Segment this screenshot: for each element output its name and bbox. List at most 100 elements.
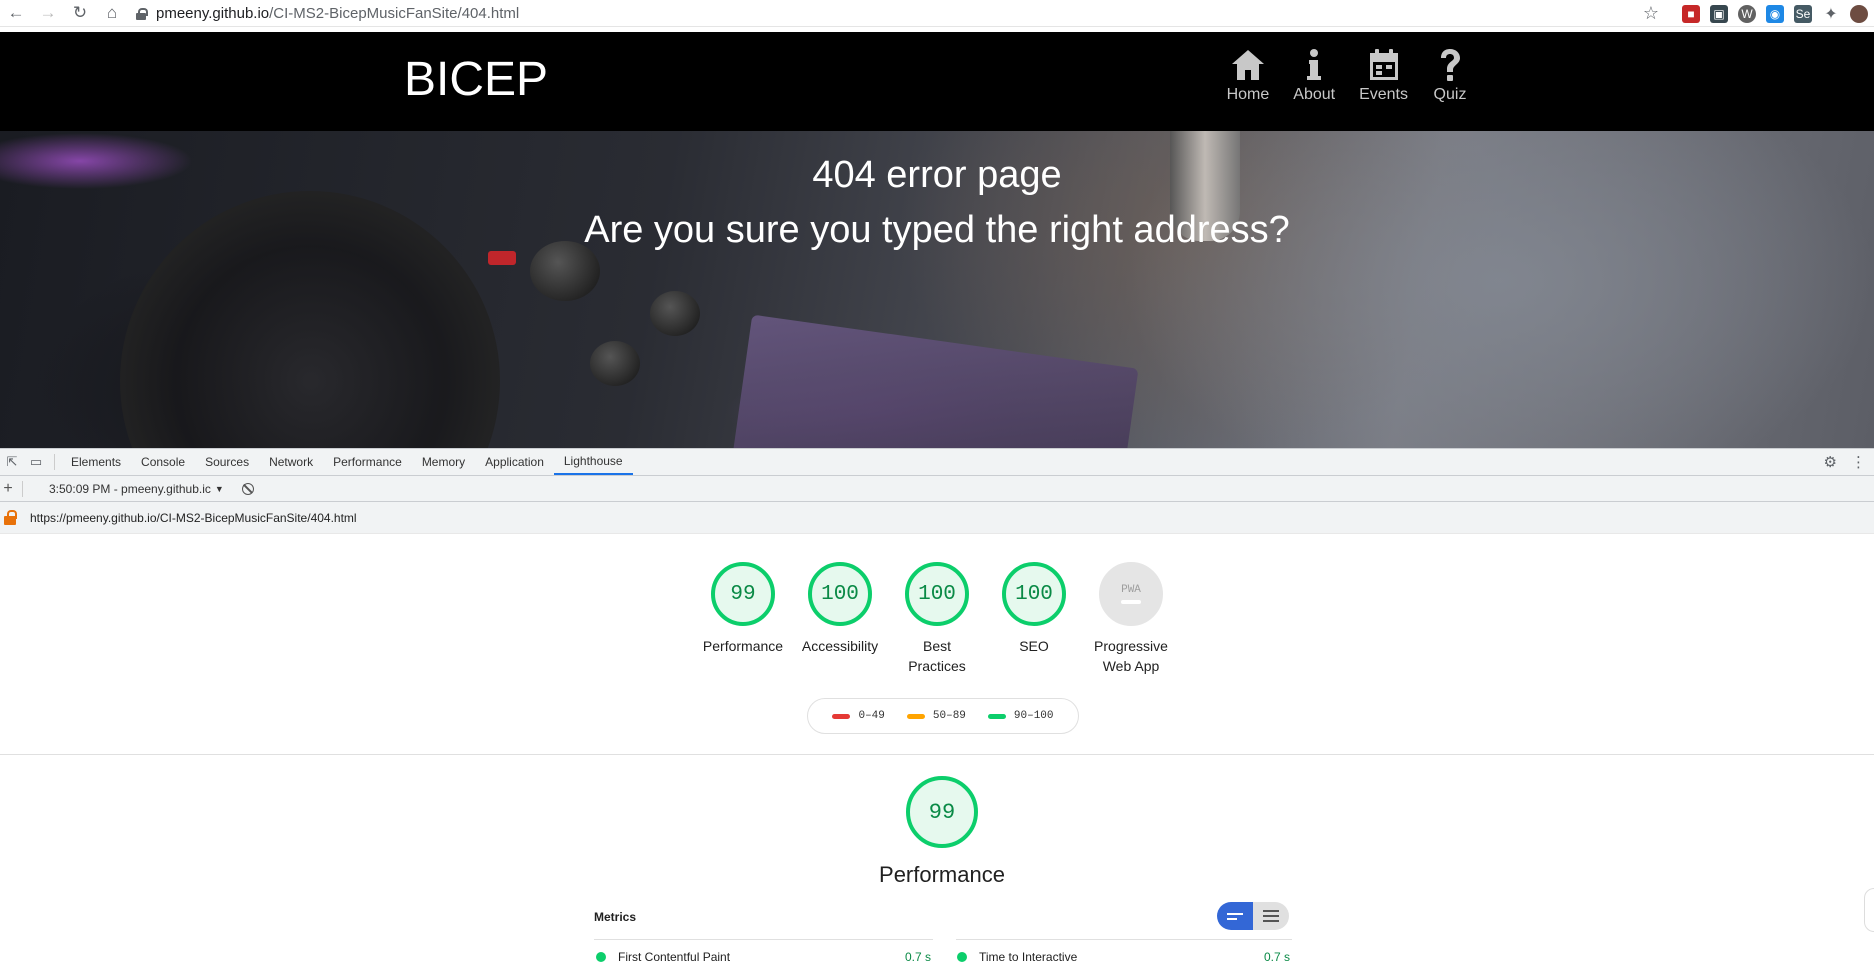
reload-button[interactable]: ↻ [64,0,96,27]
site-header: BICEP Home About Events Quiz [0,32,1874,131]
gauge-label: Accessibility [801,638,879,654]
inspect-element-icon[interactable]: ⇱ [0,449,24,475]
tab-elements[interactable]: Elements [61,449,131,475]
metric-value: 0.7 s [1264,950,1291,964]
report-url[interactable]: https://pmeeny.github.io/CI-MS2-BicepMus… [30,511,357,525]
metrics-divider [956,939,1292,940]
pwa-badge-icon: PWA [1099,562,1163,626]
legend-swatch [906,713,925,719]
nav-home[interactable]: Home [1226,48,1270,104]
expanded-list-icon [1263,910,1279,922]
question-icon [1441,49,1460,81]
hero-background-screen [731,314,1139,448]
hero-title: 404 error page [812,154,1062,196]
nav-events[interactable]: Events [1359,48,1408,104]
info-icon [1307,49,1322,80]
tab-performance[interactable]: Performance [323,449,412,475]
nav-quiz[interactable]: Quiz [1432,48,1468,104]
bookmark-star-icon[interactable]: ☆ [1642,3,1660,23]
scroll-to-top-handle[interactable] [1864,888,1874,932]
home-icon [1231,50,1264,80]
legend-range: 0–49 [858,710,885,722]
pwa-badge-text: PWA [1121,584,1141,596]
address-bar[interactable]: pmeeny.github.io/CI-MS2-BicepMusicFanSit… [136,0,519,27]
metrics-divider [594,939,933,940]
extension-monitor-icon[interactable]: ▣ [1710,4,1728,23]
calendar-icon [1369,49,1398,80]
legend-fail: 0–49 [832,710,885,722]
gauge-pwa[interactable]: PWA Progressive Web App [1083,562,1180,676]
legend-pass: 90–100 [987,710,1054,722]
warning-lock-icon [4,509,17,526]
wordpress-icon[interactable]: W [1738,4,1756,23]
performance-title: Performance [879,862,1005,887]
metric-name: First Contentful Paint [618,950,731,964]
extension-blue-icon[interactable]: ◉ [1766,4,1784,23]
metric-name: Time to Interactive [979,950,1078,964]
lighthouse-toolbar: + 3:50:09 PM - pmeeny.github.ic ▼ [0,476,1874,502]
gauge-performance[interactable]: 99 Performance [695,562,792,676]
metrics-view-toggle[interactable] [1217,902,1289,930]
gauge-best-practices[interactable]: 100 Best Practices [889,562,986,676]
reload-icon: ↻ [72,3,88,22]
gauge-accessibility[interactable]: 100 Accessibility [792,562,889,676]
gauge-label: Performance [702,638,784,654]
compact-list-icon [1227,912,1243,920]
gauge-label: SEO [1019,638,1049,654]
nav-home-label: Home [1226,86,1270,103]
tab-console[interactable]: Console [131,449,195,475]
hero-background-knob [650,291,700,336]
legend-swatch [987,713,1006,719]
metrics-heading: Metrics [594,910,637,924]
score-ring: 99 [711,562,775,626]
new-report-icon[interactable]: + [0,480,16,498]
lock-icon [136,7,148,20]
device-toolbar-icon[interactable]: ▭ [24,449,48,475]
gear-icon[interactable]: ⚙ [1824,453,1837,471]
legend-average: 50–89 [906,710,966,722]
report-select[interactable]: 3:50:09 PM - pmeeny.github.ic ▼ [49,482,224,496]
hero-subtitle: Are you sure you typed the right address… [584,209,1290,251]
gauge-label: Progressive Web App [1094,638,1168,674]
report-url-bar: https://pmeeny.github.io/CI-MS2-BicepMus… [0,502,1874,534]
divider [54,454,55,470]
url-path: /CI-MS2-BicepMusicFanSite/404.html [269,4,520,22]
dropdown-arrow-icon: ▼ [214,483,224,494]
legend-range: 90–100 [1013,710,1054,722]
devtools-tabbar: ⇱ ▭ Elements Console Sources Network Per… [0,448,1874,476]
gauge-label: Best Practices [908,638,966,674]
site-brand[interactable]: BICEP [404,52,548,107]
tab-memory[interactable]: Memory [412,449,475,475]
tab-lighthouse[interactable]: Lighthouse [553,449,633,475]
expanded-view-button[interactable] [1253,902,1289,930]
performance-score-gauge: 99 [906,776,978,848]
site-nav: Home About Events Quiz [1227,48,1468,104]
nav-about[interactable]: About [1293,48,1335,104]
compact-view-button[interactable] [1217,902,1253,930]
extension-red-icon[interactable]: ■ [1682,4,1700,23]
tab-application[interactable]: Application [475,449,554,475]
divider [22,480,23,497]
tab-network[interactable]: Network [259,449,323,475]
report-select-label: 3:50:09 PM - pmeeny.github.ic [49,481,211,496]
extension-se-icon[interactable]: Se [1794,4,1812,23]
legend-range: 50–89 [932,710,966,722]
pass-dot-icon [957,952,967,962]
metric-time-to-interactive: Time to Interactive [957,950,1077,964]
gauge-seo[interactable]: 100 SEO [986,562,1083,676]
score-legend: 0–49 50–89 90–100 [807,698,1079,734]
puzzle-icon[interactable]: ✦ [1822,5,1840,23]
devtools-actions: ⚙ ⋮ [1824,449,1874,475]
avatar[interactable] [1850,4,1868,23]
tab-sources[interactable]: Sources [195,449,259,475]
more-options-icon[interactable]: ⋮ [1851,453,1866,471]
home-button[interactable]: ⌂ [96,0,128,27]
pwa-dash [1121,600,1141,604]
hero-banner: 404 error page Are you sure you typed th… [0,131,1874,448]
back-button[interactable]: ← [0,0,32,27]
clear-reports-icon[interactable] [241,482,254,495]
arrow-right-icon: → [39,3,57,22]
forward-button[interactable]: → [32,0,64,27]
browser-home-icon: ⌂ [106,3,118,22]
score-gauges: 99 Performance 100 Accessibility 100 Bes… [0,562,1874,676]
